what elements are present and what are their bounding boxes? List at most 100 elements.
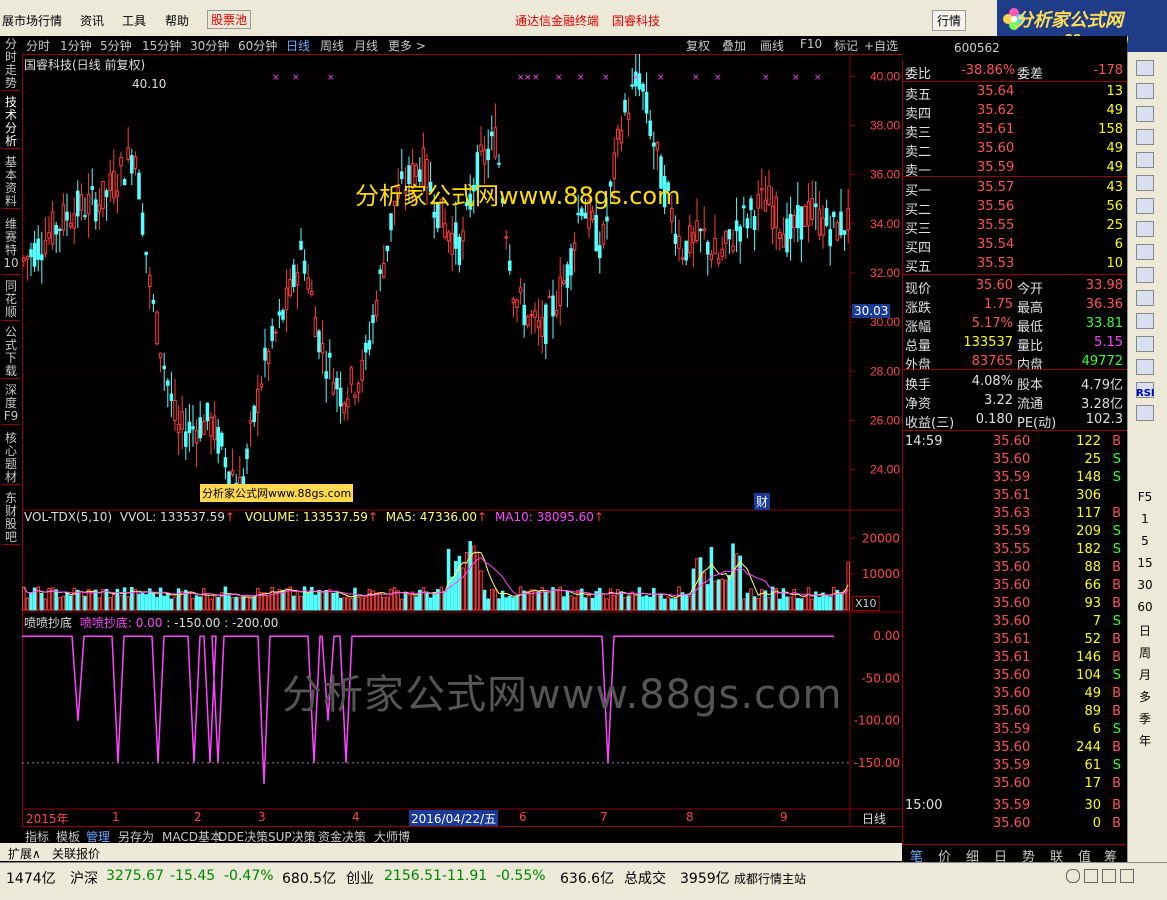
tick-row[interactable]: 35.60 49 B xyxy=(903,686,1127,704)
ask-row[interactable]: 卖五 35.64 13 xyxy=(903,84,1127,103)
tick-row[interactable]: 35.63 117 B xyxy=(903,506,1127,524)
tab-weisaite[interactable]: 维赛特10 xyxy=(2,218,20,275)
tick-row[interactable]: 35.59 6 S xyxy=(903,722,1127,740)
index1-name[interactable]: 沪深 xyxy=(70,868,98,888)
period-monthly[interactable]: 月线 xyxy=(354,37,378,54)
period-60min[interactable]: 60分钟 xyxy=(238,37,277,54)
index2-name[interactable]: 创业 xyxy=(346,868,374,888)
link-terminal[interactable]: 通达信金融终端 xyxy=(515,12,599,29)
stat-row[interactable]: 净资 3.22 流通 3.28亿 xyxy=(903,393,1127,412)
menu-help[interactable]: 帮助 xyxy=(165,12,189,29)
period-intraday[interactable]: 分时 xyxy=(26,37,50,54)
tab-ths[interactable]: 同花顺 xyxy=(2,280,20,321)
kline-icon[interactable] xyxy=(1136,129,1154,145)
chart-icon[interactable] xyxy=(1136,60,1154,76)
tick-row[interactable]: 35.59 209 S xyxy=(903,524,1127,542)
lock-icon[interactable] xyxy=(1084,869,1098,883)
ask-row[interactable]: 卖三 35.61 158 xyxy=(903,122,1127,141)
period-shortcut[interactable]: RSI xyxy=(1136,388,1155,399)
mark-button[interactable]: 标记 xyxy=(834,37,858,54)
bell-icon[interactable] xyxy=(1136,336,1154,352)
tick-row[interactable]: 35.59 61 S xyxy=(903,758,1127,776)
tick-row[interactable]: 35.60 7 S xyxy=(903,614,1127,632)
adjust-button[interactable]: 复权 xyxy=(686,37,710,54)
period-daily[interactable]: 日线 xyxy=(286,37,310,54)
bid-row[interactable]: 买五 35.53 10 xyxy=(903,256,1127,275)
period-shortcut[interactable]: 周 xyxy=(1136,644,1154,661)
bid-row[interactable]: 买四 35.54 6 xyxy=(903,237,1127,256)
tab-guba[interactable]: 东财股吧 xyxy=(2,492,20,545)
tick-row[interactable]: 35.60 104 S xyxy=(903,668,1127,686)
server-name[interactable]: 成都行情主站 xyxy=(734,870,806,887)
tick-row[interactable]: 35.60 17 B xyxy=(903,776,1127,794)
menu-stock-pool[interactable]: 股票池 xyxy=(207,10,252,29)
tab-depth[interactable]: 深度F9 xyxy=(2,384,20,425)
f10-button[interactable]: F10 xyxy=(800,37,822,51)
tick-row[interactable]: 35.61 52 B xyxy=(903,632,1127,650)
tick-row[interactable]: 35.60 89 B xyxy=(903,704,1127,722)
period-shortcut[interactable]: 年 xyxy=(1136,732,1154,749)
stat-row[interactable]: 涨幅 5.17% 最低 33.81 xyxy=(903,316,1127,335)
period-shortcut[interactable]: 15 xyxy=(1136,556,1154,570)
weibi-row[interactable]: 委比 -38.86% 委差 -178 xyxy=(903,63,1127,82)
stat-row[interactable]: 换手 4.08% 股本 4.79亿 xyxy=(903,374,1127,393)
calc-icon[interactable] xyxy=(1136,313,1154,329)
period-shortcut[interactable]: 60 xyxy=(1136,600,1154,614)
stat-row[interactable]: 现价 35.60 今开 33.98 xyxy=(903,278,1127,297)
period-shortcut[interactable]: 5 xyxy=(1136,534,1154,548)
menu-market[interactable]: 展市场行情 xyxy=(2,12,62,29)
tab-topics[interactable]: 核心题材 xyxy=(2,432,20,485)
period-more[interactable]: 更多 > xyxy=(388,37,426,54)
period-shortcut[interactable]: 多 xyxy=(1136,688,1154,705)
period-5min[interactable]: 5分钟 xyxy=(100,37,132,54)
add-watchlist-button[interactable]: +自选 xyxy=(864,37,898,54)
tab-formula[interactable]: 公式下载 xyxy=(2,326,20,379)
link-stock-name[interactable]: 国睿科技 xyxy=(612,12,660,29)
message-icon[interactable] xyxy=(1120,869,1134,883)
period-shortcut[interactable]: 30 xyxy=(1136,578,1154,592)
fin-icon[interactable] xyxy=(1136,290,1154,306)
menu-news[interactable]: 资讯 xyxy=(80,12,104,29)
tick-row[interactable]: 35.60 93 B xyxy=(903,596,1127,614)
period-shortcut[interactable]: 月 xyxy=(1136,666,1154,683)
period-15min[interactable]: 15分钟 xyxy=(142,37,181,54)
tick-row[interactable]: 15:00 35.59 30 B xyxy=(903,798,1127,816)
period-30min[interactable]: 30分钟 xyxy=(190,37,229,54)
period-shortcut[interactable]: 日 xyxy=(1136,622,1154,639)
list-icon[interactable] xyxy=(1136,83,1154,99)
period-shortcut[interactable]: F5 xyxy=(1136,490,1154,504)
bid-row[interactable]: 买一 35.57 43 xyxy=(903,180,1127,199)
tick-row[interactable]: 14:59 35.60 122 B xyxy=(903,434,1127,452)
tab-fundamentals[interactable]: 基本资料 xyxy=(2,156,20,209)
tick-row[interactable]: 35.60 66 B xyxy=(903,578,1127,596)
settings-icon[interactable] xyxy=(1102,869,1116,883)
tick-row[interactable]: 35.59 148 S xyxy=(903,470,1127,488)
news-icon[interactable] xyxy=(1136,221,1154,237)
draw-button[interactable]: 画线 xyxy=(760,37,784,54)
tick-row[interactable]: 35.55 182 S xyxy=(903,542,1127,560)
period-weekly[interactable]: 周线 xyxy=(320,37,344,54)
grid-icon[interactable] xyxy=(1136,106,1154,122)
bid-row[interactable]: 买二 35.56 56 xyxy=(903,199,1127,218)
stat-row[interactable]: 收益(三) 0.180 PE(动) 102.3 xyxy=(903,412,1127,431)
overlay-button[interactable]: 叠加 xyxy=(722,37,746,54)
event-marker[interactable]: 财 xyxy=(754,493,771,510)
tick-row[interactable]: 35.61 146 B xyxy=(903,650,1127,668)
stat-row[interactable]: 总量 133537 量比 5.15 xyxy=(903,335,1127,354)
ask-row[interactable]: 卖二 35.60 49 xyxy=(903,141,1127,160)
pen-icon[interactable] xyxy=(1136,405,1154,421)
star-icon[interactable] xyxy=(1136,359,1154,375)
tick-row[interactable]: 35.60 244 B xyxy=(903,740,1127,758)
f10-icon[interactable] xyxy=(1136,267,1154,283)
expand-button[interactable]: 扩展∧ xyxy=(8,845,41,862)
quote-button[interactable]: 行情 xyxy=(932,10,967,31)
bar-icon[interactable] xyxy=(1136,152,1154,168)
related-quote-button[interactable]: 关联报价 xyxy=(52,845,100,862)
period-shortcut[interactable]: 1 xyxy=(1136,512,1154,526)
info-icon[interactable] xyxy=(1136,244,1154,260)
tab-technical[interactable]: 技术分析 xyxy=(2,96,20,149)
menu-tools[interactable]: 工具 xyxy=(122,12,146,29)
status-icon[interactable] xyxy=(1066,869,1080,883)
tick-row[interactable]: 35.60 88 B xyxy=(903,560,1127,578)
stat-row[interactable]: 涨跌 1.75 最高 36.36 xyxy=(903,297,1127,316)
